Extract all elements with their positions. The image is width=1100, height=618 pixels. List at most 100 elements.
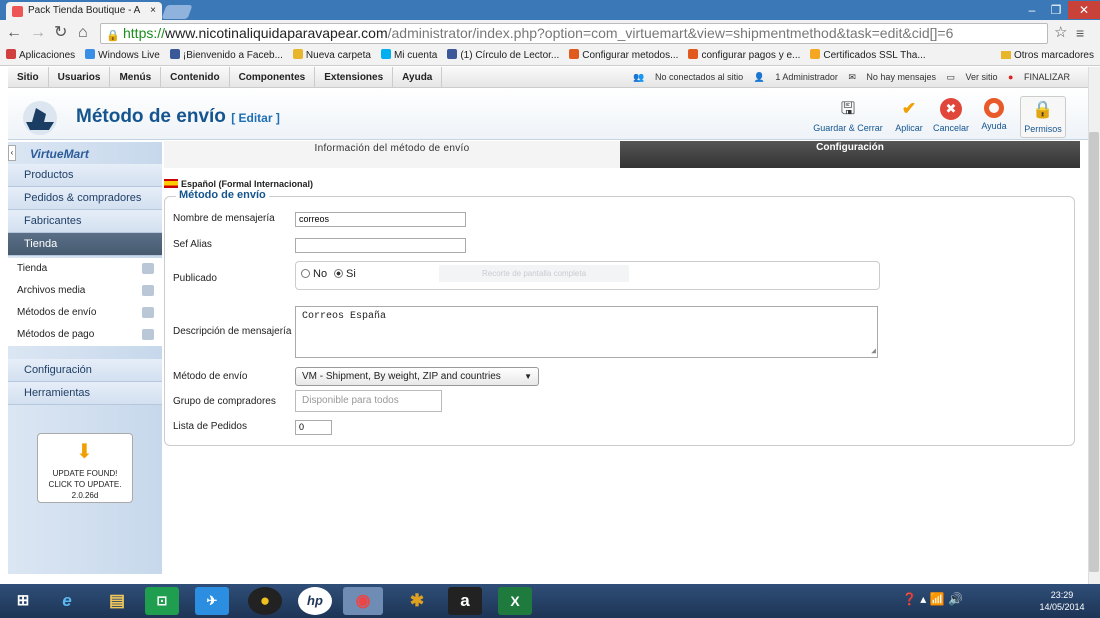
admins-status: 👤 1 Administrador	[753, 72, 838, 82]
reload-icon[interactable]: ↻	[54, 24, 67, 42]
order-label: Lista de Pedidos	[173, 421, 247, 432]
admin-menu-item[interactable]: Menús	[110, 67, 162, 88]
shopper-group-input[interactable]: Disponible para todos	[295, 390, 442, 412]
chrome-menu-icon[interactable]: ≡	[1076, 24, 1084, 42]
home-icon[interactable]: ⌂	[78, 24, 88, 42]
bookmark-item[interactable]: Aplicaciones	[6, 46, 75, 66]
update-line-2: CLICK TO UPDATE.	[48, 480, 122, 489]
sidebar-section[interactable]: Configuración	[8, 359, 162, 382]
sidebar-section[interactable]: Tienda	[8, 233, 162, 256]
radio-no[interactable]	[301, 269, 310, 278]
sidebar-section[interactable]: Fabricantes	[8, 210, 162, 233]
published-yes-option[interactable]: Si	[334, 268, 356, 280]
update-notice[interactable]: ⬇ UPDATE FOUND! CLICK TO UPDATE. 2.0.26d	[37, 433, 133, 503]
help-button[interactable]: Ayuda	[970, 96, 1018, 138]
puzzle-icon[interactable]: ✱	[400, 587, 434, 615]
admin-menu-item[interactable]: Componentes	[230, 67, 316, 88]
bookmark-item[interactable]: Windows Live	[85, 46, 160, 66]
network-icon[interactable]: 📶	[930, 592, 945, 606]
browser-tab[interactable]: Pack Tienda Boutique - A ×	[6, 2, 162, 20]
minimize-icon[interactable]: –	[1020, 1, 1044, 19]
system-tray: ❓ ▴ 📶 🔊	[902, 592, 963, 606]
sub-item-icon	[142, 329, 154, 340]
view-site-link[interactable]: ▭ Ver sitio	[946, 72, 997, 82]
radio-yes[interactable]	[334, 269, 343, 278]
logout-link[interactable]: ● FINALIZAR	[1008, 72, 1070, 82]
bookmark-item[interactable]: Nueva carpeta	[292, 46, 371, 66]
bookmark-item[interactable]: Configurar metodos...	[569, 46, 678, 66]
apply-button[interactable]: ✔ Aplicar	[885, 96, 933, 138]
sub-item-icon	[142, 285, 154, 296]
tab-configuration[interactable]: Configuración	[620, 141, 1080, 168]
explorer-icon[interactable]: ▤	[100, 587, 134, 615]
permissions-button[interactable]: 🔒 Permisos	[1020, 96, 1066, 138]
description-label: Descripción de mensajería	[173, 326, 292, 337]
bookmark-item[interactable]: (1) Círculo de Lector...	[447, 46, 559, 66]
sidebar-sub-item[interactable]: Métodos de envío	[8, 302, 162, 324]
ordering-input[interactable]: 0	[295, 420, 332, 435]
sidebar-section[interactable]: Pedidos & compradores	[8, 187, 162, 210]
forward-icon[interactable]: →	[30, 24, 46, 42]
store-icon[interactable]: ⊡	[145, 587, 179, 615]
shipment-name-input[interactable]: correos	[295, 212, 466, 227]
shipment-method-select[interactable]: VM - Shipment, By weight, ZIP and countr…	[295, 367, 539, 386]
other-bookmarks[interactable]: Otros marcadores	[1000, 46, 1094, 66]
admin-menu-item[interactable]: Contenido	[161, 67, 230, 88]
bookmark-icon	[85, 49, 96, 59]
cancel-button[interactable]: ✖ Cancelar	[927, 96, 975, 138]
close-window-icon[interactable]: ✕	[1068, 1, 1100, 19]
resize-grip-icon[interactable]: ◢	[871, 346, 876, 356]
sef-alias-input[interactable]	[295, 238, 466, 253]
published-label: Publicado	[173, 273, 217, 284]
bookmark-item[interactable]: configurar pagos y e...	[688, 46, 800, 66]
address-bar[interactable]: 🔒 https://www.nicotinaliquidaparavapear.…	[100, 23, 1048, 44]
bookmark-item[interactable]: Mi cuenta	[380, 46, 437, 66]
new-tab-button[interactable]	[161, 5, 193, 19]
media-icon[interactable]: ●	[248, 587, 282, 615]
hp-icon[interactable]: hp	[298, 587, 332, 615]
published-no-option[interactable]: No	[301, 268, 327, 280]
taskbar-clock[interactable]: 23:29 14/05/2014	[1036, 589, 1088, 613]
star-icon[interactable]: ☆	[1054, 24, 1067, 42]
sidebar-section[interactable]: Productos	[8, 164, 162, 187]
bookmark-icon	[688, 49, 699, 59]
screenshot-overlay-text: Recorte de pantalla completa	[439, 265, 629, 282]
bookmark-item[interactable]: Certificados SSL Tha...	[810, 46, 926, 66]
tab-title: Pack Tienda Boutique - A	[28, 5, 141, 16]
tab-close-icon[interactable]: ×	[150, 2, 156, 20]
lock-icon: 🔒	[1032, 100, 1054, 119]
tab-info[interactable]: Información del método de envío	[164, 141, 620, 168]
sidebar-section[interactable]: Herramientas	[8, 382, 162, 405]
bookmark-icon	[810, 49, 821, 59]
save-close-button[interactable]: 🖫 Guardar & Cerrar	[812, 96, 884, 138]
check-icon: ✔	[901, 99, 917, 118]
sub-item-icon	[142, 263, 154, 274]
description-textarea[interactable]: Correos España ◢	[295, 306, 878, 358]
sidebar-sub-item[interactable]: Tienda	[8, 258, 162, 280]
sidebar-sub-item[interactable]: Archivos media	[8, 280, 162, 302]
sidebar-sub-item[interactable]: Métodos de pago	[8, 324, 162, 346]
admin-menu-item[interactable]: Extensiones	[315, 67, 394, 88]
scrollbar-thumb[interactable]	[1089, 132, 1099, 572]
app-icon[interactable]: ✈	[195, 587, 229, 615]
admin-menu-item[interactable]: Ayuda	[393, 67, 443, 88]
bookmark-icon	[6, 49, 16, 59]
chrome-icon[interactable]: ◉	[343, 587, 383, 615]
ie-icon[interactable]: e	[50, 587, 84, 615]
admin-menu-item[interactable]: Sitio	[8, 67, 49, 88]
back-icon[interactable]: ←	[6, 24, 22, 42]
url-host: www.nicotinaliquidaparavapear.com	[165, 25, 388, 41]
method-label: Método de envío	[173, 371, 248, 382]
amazon-icon[interactable]: a	[448, 587, 482, 615]
maximize-icon[interactable]: ❐	[1044, 1, 1068, 19]
admin-menu-item[interactable]: Usuarios	[49, 67, 111, 88]
lock-icon: 🔒	[106, 30, 120, 42]
chevron-down-icon: ▼	[524, 372, 532, 381]
help-icon[interactable]: ❓	[902, 592, 917, 606]
volume-icon[interactable]: 🔊	[948, 592, 963, 606]
messages-link[interactable]: ✉ No hay mensajes	[848, 72, 936, 82]
windows-start-icon[interactable]: ⊞	[6, 587, 40, 615]
bookmark-icon	[169, 49, 180, 59]
bookmark-item[interactable]: ¡Bienvenido a Faceb...	[169, 46, 283, 66]
excel-icon[interactable]: X	[498, 587, 532, 615]
